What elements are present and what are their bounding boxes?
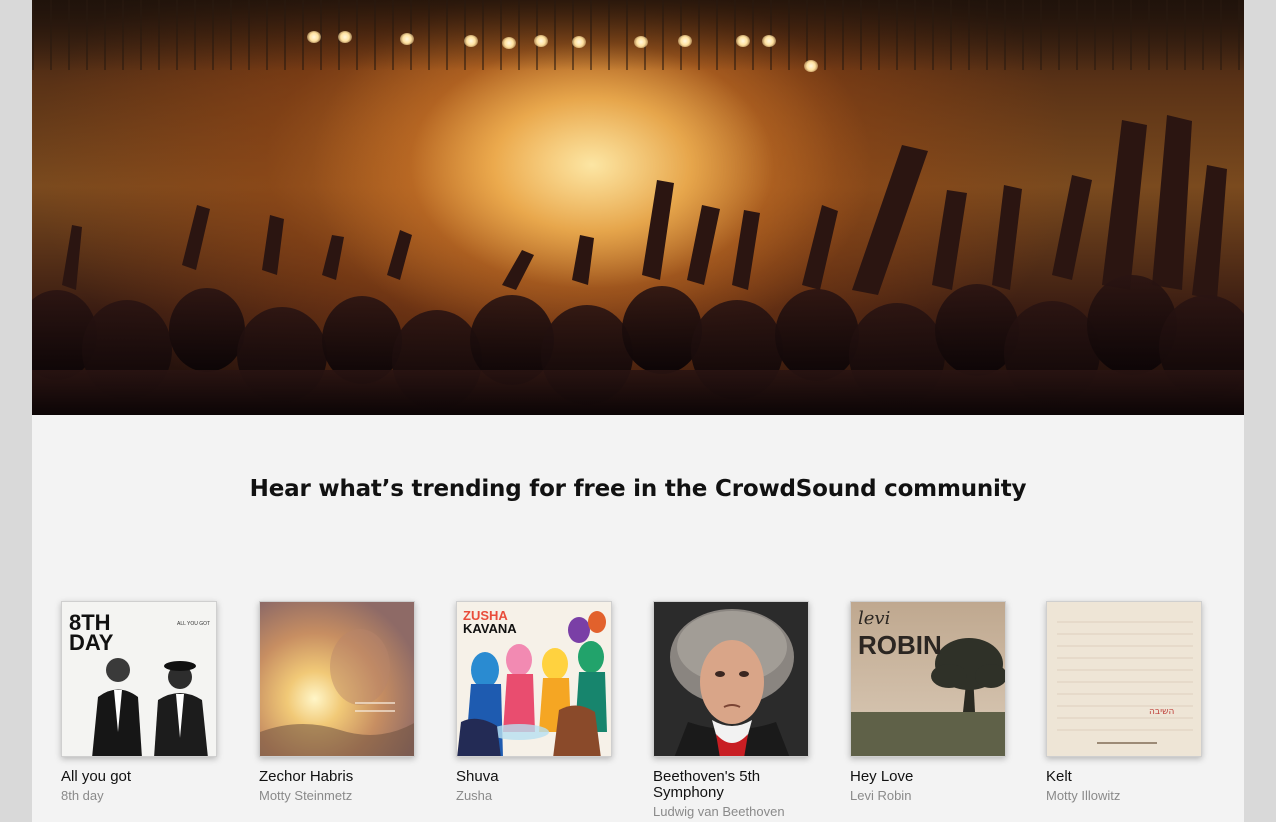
album-title[interactable]: Shuva (456, 769, 616, 785)
stage-light (464, 35, 478, 47)
cover-text-2: DAY (69, 630, 114, 655)
album-artist[interactable]: Motty Steinmetz (259, 788, 417, 803)
album-title[interactable]: Beethoven's 5th Symphony (653, 769, 813, 801)
album-cover[interactable]: השיבה (1046, 601, 1202, 757)
album-grid: 8TH DAY ALL YOU GOT All you got 8th day (32, 601, 1244, 822)
crowd-silhouette (32, 115, 1244, 415)
stage-light (762, 35, 776, 47)
cover-text-2: KAVANA (463, 621, 517, 636)
album-cover[interactable] (653, 601, 809, 757)
stage-light (736, 35, 750, 47)
concert-crowd-image (32, 0, 1244, 415)
stage-light (634, 36, 648, 48)
album-artist[interactable]: Levi Robin (850, 788, 1008, 803)
album-title[interactable]: Hey Love (850, 769, 1010, 785)
album-cover[interactable]: 8TH DAY ALL YOU GOT (61, 601, 217, 757)
cover-hebrew-text: השיבה (1149, 707, 1174, 717)
stage-light (534, 35, 548, 47)
cover-text-2: ROBIN (858, 630, 942, 660)
album-card[interactable]: ZUSHA KAVANA Shuva Zusha (456, 601, 614, 803)
stage-light (678, 35, 692, 47)
album-artist[interactable]: Zusha (456, 788, 614, 803)
stage-light (338, 31, 352, 43)
album-title[interactable]: Zechor Habris (259, 769, 419, 785)
album-cover[interactable] (259, 601, 415, 757)
album-artist[interactable]: 8th day (61, 788, 219, 803)
album-title[interactable]: All you got (61, 769, 221, 785)
album-card[interactable]: Zechor Habris Motty Steinmetz (259, 601, 417, 803)
cover-text-1: levi (858, 608, 890, 629)
album-card[interactable]: levi ROBIN Hey Love Levi Robin (850, 601, 1008, 803)
stage-light (572, 36, 586, 48)
album-artist[interactable]: Ludwig van Beethoven (653, 804, 811, 819)
album-cover[interactable]: levi ROBIN (850, 601, 1006, 757)
stage-light (804, 60, 818, 72)
stage-light (400, 33, 414, 45)
stage-light (307, 31, 321, 43)
album-card[interactable]: 8TH DAY ALL YOU GOT All you got 8th day (61, 601, 219, 803)
album-title[interactable]: Kelt (1046, 769, 1206, 785)
stage-truss (32, 0, 1244, 70)
cover-small-text: ALL YOU GOT (177, 621, 210, 627)
album-artist[interactable]: Motty Illowitz (1046, 788, 1204, 803)
stage-light (502, 37, 516, 49)
page-headline: Hear what’s trending for free in the Cro… (249, 476, 1027, 502)
page-container: Hear what’s trending for free in the Cro… (32, 0, 1244, 822)
album-card[interactable]: Beethoven's 5th Symphony Ludwig van Beet… (653, 601, 811, 819)
album-card[interactable]: השיבה Kelt Motty Illowitz (1046, 601, 1204, 803)
album-cover[interactable]: ZUSHA KAVANA (456, 601, 612, 757)
